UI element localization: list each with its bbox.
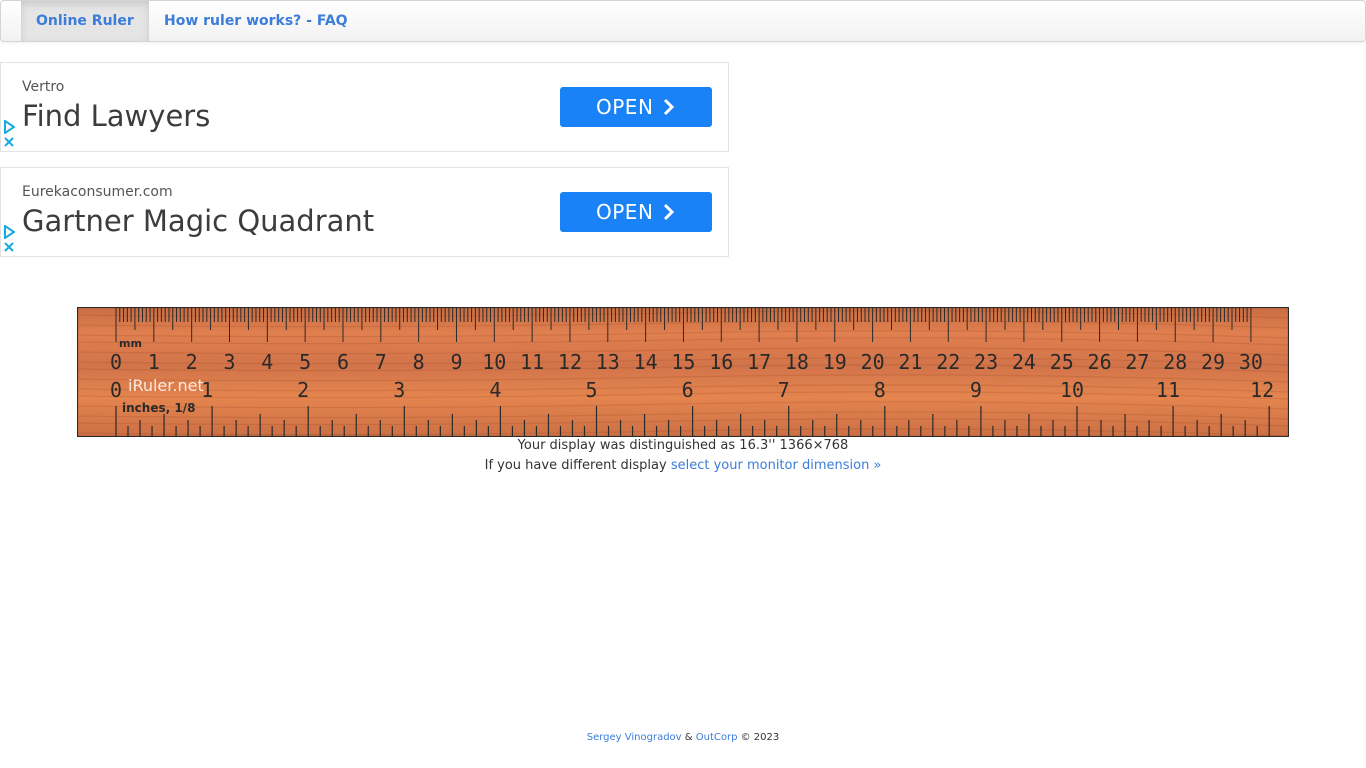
footer-amp: & [681,732,696,743]
ad-choices-icon[interactable] [3,120,15,134]
cm-label: 2 [186,350,198,374]
cm-label: 21 [898,350,922,374]
inch-label: 5 [585,378,597,402]
cm-label: 1 [148,350,160,374]
select-monitor-link[interactable]: select your monitor dimension » [671,458,882,473]
ruler-inches-label: inches, 1/8 [122,401,195,415]
cm-label: 30 [1239,350,1263,374]
ad-source: Vertro [22,79,65,95]
cm-label: 28 [1163,350,1187,374]
inch-label: 6 [682,378,694,402]
cm-label: 23 [974,350,998,374]
ad-headline[interactable]: Find Lawyers [22,99,210,133]
inch-label: 8 [874,378,886,402]
cm-label: 4 [261,350,273,374]
display-change-prefix: If you have different display [484,458,671,473]
ad-choices-icon[interactable] [3,225,15,239]
inch-label: 2 [297,378,309,402]
cm-label: 3 [223,350,235,374]
company-link[interactable]: OutCorp [696,732,738,743]
cm-label: 29 [1201,350,1225,374]
inch-label: 10 [1060,378,1084,402]
cm-label: 18 [785,350,809,374]
cm-label: 6 [337,350,349,374]
ad-banner-1[interactable]: Vertro Find Lawyers OPEN [0,62,729,152]
cm-label: 27 [1125,350,1149,374]
cm-label: 24 [1012,350,1036,374]
author-link[interactable]: Sergey Vinogradov [587,732,682,743]
ad-banner-2[interactable]: Eurekaconsumer.com Gartner Magic Quadran… [0,167,729,257]
cm-label: 0 [110,350,122,374]
cm-label: 19 [823,350,847,374]
inch-label: 9 [970,378,982,402]
ad-open-label: OPEN [596,95,654,119]
cm-label: 10 [482,350,506,374]
cm-label: 7 [375,350,387,374]
ad-open-label: OPEN [596,200,654,224]
cm-label: 12 [558,350,582,374]
cm-label: 11 [520,350,544,374]
ruler-image[interactable]: 0 1 2 3 4 5 6 7 8 9 10 11 12 13 14 15 16 17 18 19 20 21 22 23 24… [77,307,1289,437]
inch-label: 12 [1250,378,1274,402]
cm-label: 25 [1050,350,1074,374]
cm-label: 13 [596,350,620,374]
cm-label: 20 [861,350,885,374]
cm-label: 16 [709,350,733,374]
chevron-right-icon [663,98,675,116]
cm-label: 5 [299,350,311,374]
top-navbar: Online Ruler How ruler works? - FAQ [0,0,1366,42]
display-info: Your display was distinguished as 16.3''… [517,438,849,453]
display-change: If you have different display select you… [0,458,1366,473]
footer-copyright: © 2023 [737,732,780,743]
cm-label: 15 [671,350,695,374]
inch-label: 4 [489,378,501,402]
cm-label: 8 [413,350,425,374]
ad-headline[interactable]: Gartner Magic Quadrant [22,204,374,238]
nav-faq[interactable]: How ruler works? - FAQ [149,1,363,41]
cm-label: 26 [1088,350,1112,374]
footer: Sergey Vinogradov & OutCorp © 2023 [0,732,1366,743]
inch-label: 0 [110,378,122,402]
ruler-brand-watermark: iRuler.net [128,376,204,395]
ad-source: Eurekaconsumer.com [22,184,173,200]
cm-label: 17 [747,350,771,374]
inch-label: 3 [393,378,405,402]
close-icon[interactable] [3,241,15,253]
inch-label: 7 [778,378,790,402]
cm-label: 9 [450,350,462,374]
cm-label: 22 [936,350,960,374]
cm-label: 14 [634,350,658,374]
ad-open-button[interactable]: OPEN [560,87,712,127]
chevron-right-icon [663,203,675,221]
inch-label: 11 [1156,378,1180,402]
ruler-mm-label: mm [119,337,142,350]
close-icon[interactable] [3,136,15,148]
ad-open-button[interactable]: OPEN [560,192,712,232]
nav-online-ruler[interactable]: Online Ruler [21,1,149,41]
